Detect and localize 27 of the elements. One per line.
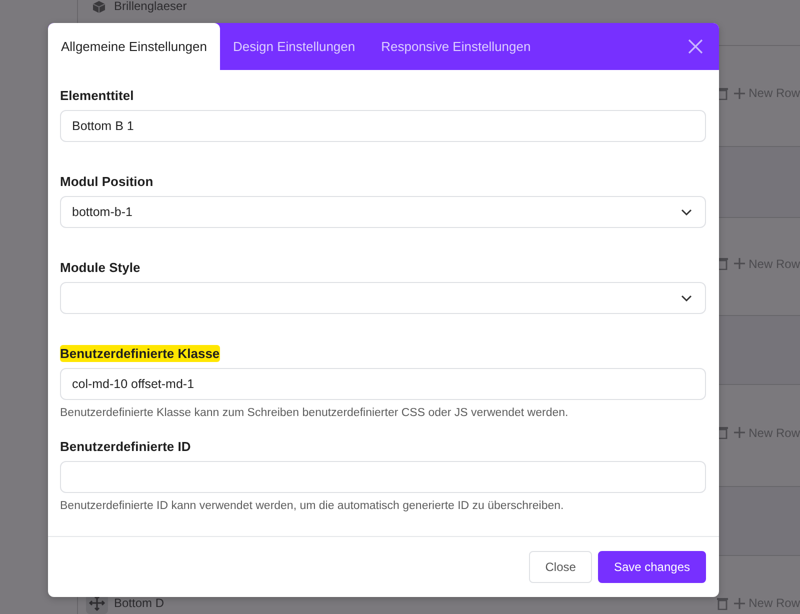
chevron-down-icon	[681, 208, 692, 216]
tab[interactable]: Allgemeine Einstellungen	[48, 23, 220, 70]
row-title: Bottom D	[114, 596, 164, 610]
input-field[interactable]: col-md-10 offset-md-1	[60, 368, 706, 400]
plus-icon	[734, 88, 745, 99]
save-button[interactable]: Save changes	[598, 551, 706, 583]
input-field[interactable]	[60, 461, 706, 493]
close-icon[interactable]	[688, 39, 703, 54]
field-label: Modul Position	[60, 173, 154, 190]
field-label: Benutzerdefinierte ID	[60, 438, 191, 455]
item-label: Brillenglaeser	[114, 0, 187, 13]
help-text: Benutzerdefinierte ID kann verwendet werden, um die automatisch generierte ID zu überschreiben.	[60, 500, 565, 512]
input-field[interactable]: Bottom B 1	[60, 110, 706, 142]
select-field[interactable]: bottom-b-1	[60, 196, 706, 228]
help-text: Benutzerdefinierte Klasse kann zum Schreiben benutzerdefinierter CSS oder JS verwendet werden.	[60, 407, 570, 419]
plus-icon	[734, 258, 745, 270]
plus-icon	[734, 427, 745, 438]
cube-icon	[92, 0, 106, 14]
tab[interactable]: Responsive Einstellungen	[368, 23, 544, 70]
chevron-down-icon	[681, 294, 692, 302]
field-label: Module Style	[60, 259, 140, 276]
close-button[interactable]: Close	[529, 551, 592, 583]
field-label: Elementtitel	[60, 87, 134, 104]
tab[interactable]: Design Einstellungen	[220, 23, 368, 70]
select-field[interactable]	[60, 282, 706, 314]
field-label: Benutzerdefinierte Klasse	[60, 345, 220, 362]
plus-icon	[734, 598, 745, 609]
